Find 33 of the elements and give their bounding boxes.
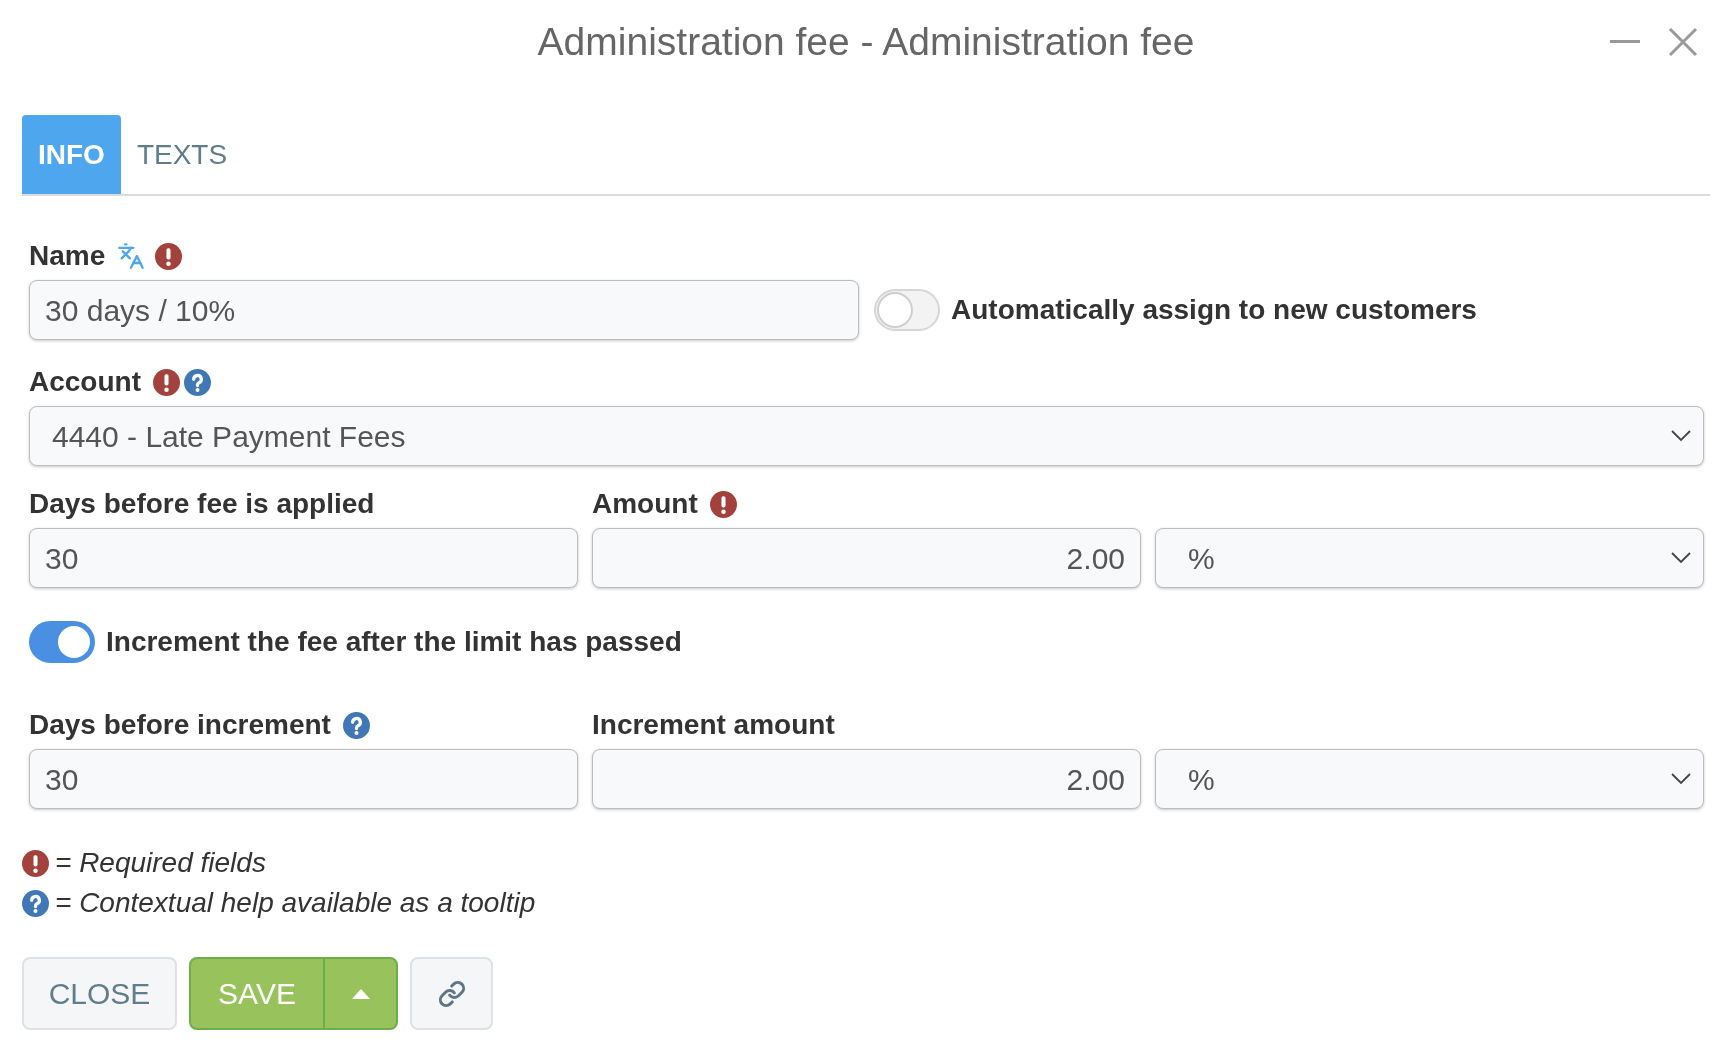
toggle-switch[interactable] bbox=[29, 621, 95, 663]
toggle-label: Increment the fee after the limit has passed bbox=[106, 625, 682, 659]
legend-text: = Contextual help available as a tooltip bbox=[55, 886, 536, 920]
chevron-down-icon bbox=[1671, 773, 1691, 785]
link-icon bbox=[437, 979, 466, 1008]
window-title: Administration fee - Administration fee bbox=[537, 18, 1195, 65]
unit-select[interactable]: % bbox=[1155, 528, 1704, 588]
number-input[interactable]: 2.00 bbox=[592, 749, 1141, 809]
toggle-label: Automatically assign to new customers bbox=[951, 293, 1477, 327]
field-label: Amount bbox=[592, 487, 698, 521]
link-button[interactable] bbox=[410, 957, 493, 1030]
close-button[interactable]: CLOSE bbox=[22, 957, 177, 1030]
number-input[interactable]: 2.00 bbox=[592, 528, 1141, 588]
dropdown-toggle-button[interactable] bbox=[324, 957, 398, 1030]
field-label: Name bbox=[29, 239, 106, 273]
chevron-down-icon bbox=[1671, 552, 1691, 564]
field-label: Account bbox=[29, 365, 141, 399]
text-input[interactable]: 30 bbox=[29, 749, 578, 809]
caret-up-icon bbox=[351, 988, 370, 999]
account-select[interactable]: 4440 - Late Payment Fees bbox=[29, 406, 1704, 466]
question-icon bbox=[22, 889, 49, 917]
field-label: Days before fee is applied bbox=[29, 487, 375, 521]
field-label: Increment amount bbox=[592, 708, 835, 742]
text-input[interactable]: 30 bbox=[29, 528, 578, 588]
exclamation-icon bbox=[22, 849, 49, 877]
name-input[interactable]: 30 days / 10% bbox=[29, 280, 859, 340]
tab[interactable]: TEXTS bbox=[120, 115, 244, 194]
unit-select[interactable]: % bbox=[1155, 749, 1704, 809]
legend-text: = Required fields bbox=[55, 846, 266, 880]
minimize-icon[interactable] bbox=[1610, 40, 1640, 44]
field-label: Days before increment bbox=[29, 708, 331, 742]
chevron-down-icon bbox=[1671, 430, 1691, 442]
close-icon[interactable] bbox=[1668, 27, 1698, 57]
